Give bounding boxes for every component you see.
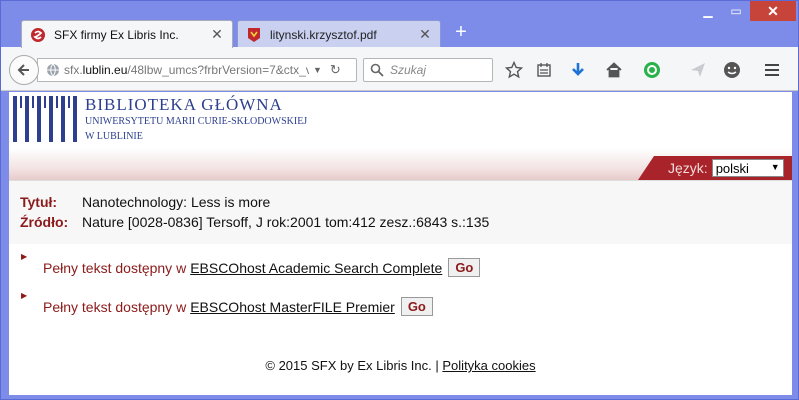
sfx-favicon-icon bbox=[30, 27, 46, 43]
pdf-favicon-icon bbox=[246, 27, 262, 43]
send-icon[interactable] bbox=[687, 59, 709, 81]
new-tab-button[interactable]: + bbox=[449, 21, 473, 45]
globe-icon bbox=[47, 63, 59, 77]
library-title: BIBLIOTEKA GŁÓWNA bbox=[85, 95, 283, 114]
language-bar: Język: polski ▼ bbox=[638, 156, 792, 180]
chevron-down-icon: ▼ bbox=[770, 162, 780, 172]
window-controls: ▁ ▭ ✕ bbox=[694, 1, 796, 21]
browser-window: SFX firmy Ex Libris Inc. ✕ litynski.krzy… bbox=[0, 0, 799, 400]
minimize-icon[interactable]: ▁ bbox=[694, 1, 722, 21]
back-button[interactable] bbox=[9, 55, 39, 85]
window-close-icon[interactable]: ✕ bbox=[750, 1, 796, 21]
tab-title: SFX firmy Ex Libris Inc. bbox=[54, 27, 179, 42]
copyright-text: © 2015 SFX by Ex Libris Inc. | bbox=[265, 358, 439, 373]
menu-icon[interactable] bbox=[761, 59, 783, 81]
fulltext-link-row: ▶ Pełny tekst dostępny w EBSCOhost Acade… bbox=[21, 252, 481, 277]
extension-icon[interactable] bbox=[641, 59, 663, 81]
tab-pdf[interactable]: litynski.krzysztof.pdf ✕ bbox=[237, 20, 441, 48]
fulltext-link[interactable]: EBSCOhost MasterFILE Premier bbox=[190, 299, 395, 315]
url-text: sfx.lublin.eu/48lbw_umcs?frbrVersion=7&c… bbox=[64, 63, 309, 77]
bookmark-star-icon[interactable] bbox=[503, 59, 525, 81]
fulltext-label: Pełny tekst dostępny w bbox=[43, 298, 187, 315]
reading-list-icon[interactable] bbox=[533, 59, 555, 81]
source-label: Źródło: bbox=[20, 214, 69, 230]
home-icon[interactable] bbox=[603, 59, 625, 81]
page-footer: © 2015 SFX by Ex Libris Inc. | Polityka … bbox=[9, 358, 792, 373]
cookie-policy-link[interactable]: Polityka cookies bbox=[442, 358, 535, 373]
fulltext-label: Pełny tekst dostępny w bbox=[43, 259, 187, 276]
record-info: Tytuł: Nanotechnology: Less is more Źród… bbox=[9, 180, 792, 244]
url-dropdown-icon[interactable]: ▼ bbox=[313, 65, 322, 75]
language-select[interactable]: polski ▼ bbox=[711, 159, 784, 177]
search-input[interactable]: Szukaj bbox=[363, 58, 493, 82]
source-value: Nature [0028-0836] Tersoff, J rok:2001 t… bbox=[82, 214, 490, 230]
search-icon bbox=[370, 63, 384, 77]
search-placeholder: Szukaj bbox=[390, 63, 427, 77]
title-label: Tytuł: bbox=[20, 194, 58, 210]
language-value: polski bbox=[715, 160, 749, 176]
bullet-arrow-icon: ▶ bbox=[21, 252, 28, 261]
library-city: W LUBLINIE bbox=[85, 131, 143, 142]
library-logo-icon bbox=[13, 96, 77, 142]
title-value: Nanotechnology: Less is more bbox=[82, 194, 271, 210]
tab-strip: SFX firmy Ex Libris Inc. ✕ litynski.krzy… bbox=[1, 1, 799, 48]
back-arrow-icon bbox=[17, 64, 29, 76]
tab-sfx[interactable]: SFX firmy Ex Libris Inc. ✕ bbox=[21, 20, 233, 48]
navigation-bar: sfx.lublin.eu/48lbw_umcs?frbrVersion=7&c… bbox=[1, 47, 798, 91]
fulltext-link[interactable]: EBSCOhost Academic Search Complete bbox=[190, 260, 442, 276]
bullet-arrow-icon: ▶ bbox=[21, 291, 28, 300]
download-icon[interactable] bbox=[567, 59, 589, 81]
emoji-icon[interactable] bbox=[721, 59, 743, 81]
tab-close-icon[interactable]: ✕ bbox=[210, 26, 224, 43]
maximize-icon[interactable]: ▭ bbox=[722, 1, 750, 21]
source-row: Źródło: Nature [0028-0836] Tersoff, J ro… bbox=[20, 214, 489, 230]
site-header: BIBLIOTEKA GŁÓWNA UNIWERSYTETU MARII CUR… bbox=[9, 92, 792, 182]
go-button[interactable]: Go bbox=[400, 297, 433, 316]
fulltext-link-row: ▶ Pełny tekst dostępny w EBSCOhost Maste… bbox=[21, 291, 433, 316]
language-label: Język: bbox=[668, 160, 708, 176]
library-subtitle: UNIWERSYTETU MARII CURIE-SKŁODOWSKIEJ bbox=[85, 116, 308, 127]
address-bar[interactable]: sfx.lublin.eu/48lbw_umcs?frbrVersion=7&c… bbox=[37, 58, 357, 82]
reload-icon[interactable]: ↻ bbox=[330, 62, 341, 78]
go-button[interactable]: Go bbox=[448, 258, 481, 277]
tab-close-icon[interactable]: ✕ bbox=[418, 26, 432, 43]
tab-title: litynski.krzysztof.pdf bbox=[270, 27, 377, 42]
page-content: BIBLIOTEKA GŁÓWNA UNIWERSYTETU MARII CUR… bbox=[9, 92, 792, 395]
title-row: Tytuł: Nanotechnology: Less is more bbox=[20, 194, 270, 210]
